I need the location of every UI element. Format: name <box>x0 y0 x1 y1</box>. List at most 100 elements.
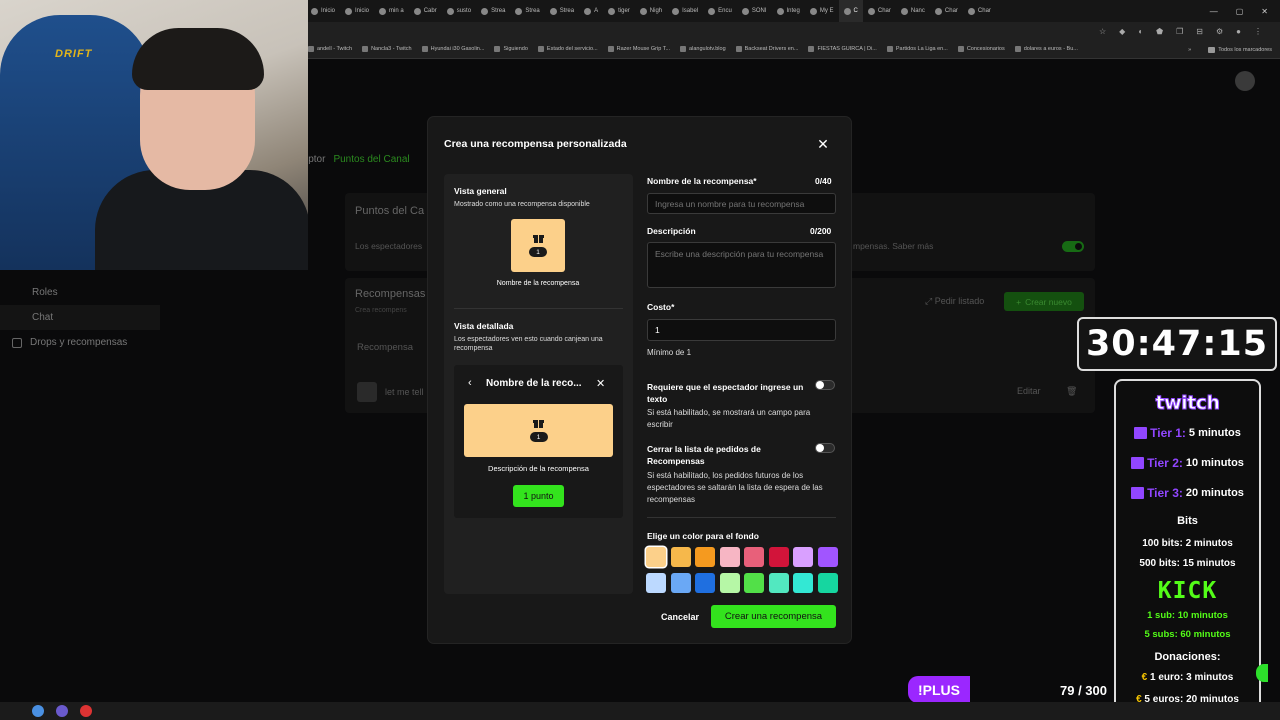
tab-prev[interactable]: iptor <box>306 154 325 165</box>
tab-label: Integ <box>786 8 800 14</box>
browser-tab[interactable]: Cabr <box>409 0 442 22</box>
color-swatch[interactable] <box>719 547 740 567</box>
color-swatch[interactable] <box>817 547 838 567</box>
skip-queue-help: Si está habilitado, los pedidos futuros … <box>647 471 823 504</box>
browser-tab[interactable]: min a <box>374 0 409 22</box>
donation-name: 1 euro: <box>1149 672 1184 683</box>
app-icon[interactable] <box>56 705 68 717</box>
browser-tab[interactable]: SONI <box>737 0 772 22</box>
bookmark[interactable]: FIESTAS GUIRCA | Di... <box>808 46 877 52</box>
sidebar-item-drops[interactable]: Drops y recompensas <box>0 330 160 355</box>
request-list-button[interactable]: ⤢ Pedir listado <box>925 296 984 307</box>
color-swatch[interactable] <box>719 573 740 593</box>
extension-icon[interactable]: ⬟ <box>1156 27 1163 36</box>
bookmark-icon <box>607 46 614 52</box>
settings-icon[interactable]: ⚙ <box>1216 27 1223 36</box>
bookmark[interactable]: Razer Mouse Grip T... <box>607 46 670 52</box>
chrome-icon[interactable] <box>32 705 44 717</box>
bookmark[interactable]: Backseat Drivers en... <box>735 46 798 52</box>
sidebar-item-roles[interactable]: Roles <box>0 280 160 305</box>
sidebar-item-chat[interactable]: Chat <box>0 305 160 330</box>
bookmark[interactable]: andell - Twitch <box>308 46 352 52</box>
tier-row: Tier 1: 5 minutos <box>1116 426 1259 440</box>
browser-tab[interactable]: tiger <box>603 0 635 22</box>
extension-icon[interactable]: ◆ <box>1119 27 1125 36</box>
color-swatch[interactable] <box>670 573 691 593</box>
all-bookmarks[interactable]: » Todos los marcadores <box>1188 40 1272 59</box>
require-text-toggle[interactable] <box>815 380 835 390</box>
maximize-icon[interactable]: ▢ <box>1236 7 1244 16</box>
bookmark[interactable]: Hyundai i30 Gasolin... <box>421 46 484 52</box>
browser-tab[interactable]: C <box>838 0 863 22</box>
bookmark-label: alangulotv.blog <box>689 46 726 52</box>
edit-button[interactable]: Editar <box>1017 386 1041 396</box>
color-swatch[interactable] <box>695 547 715 567</box>
browser-tab[interactable]: Encu <box>703 0 737 22</box>
app-icon[interactable] <box>80 705 92 717</box>
browser-tab[interactable]: Integ <box>772 0 805 22</box>
browser-tab[interactable]: Inicio <box>306 0 340 22</box>
browser-tab[interactable]: My E <box>805 0 839 22</box>
browser-tab[interactable]: Inicio <box>340 0 374 22</box>
cancel-button[interactable]: Cancelar <box>655 607 705 627</box>
browser-tab[interactable]: Char <box>863 0 896 22</box>
trash-icon[interactable]: 🗑 <box>1066 386 1077 397</box>
minimize-icon[interactable]: — <box>1210 7 1218 16</box>
create-reward-button[interactable]: Crear una recompensa <box>711 605 836 628</box>
redeem-points-button: 1 punto <box>513 485 564 507</box>
browser-tab[interactable]: Strea <box>510 0 544 22</box>
card-description-more[interactable]: mpensas. Saber más <box>853 241 933 251</box>
close-icon[interactable]: ✕ <box>813 134 833 154</box>
browser-tab[interactable]: Char <box>930 0 963 22</box>
menu-icon[interactable]: ⋮ <box>1254 27 1262 36</box>
browser-tab[interactable]: Nigh <box>635 0 667 22</box>
browser-tab[interactable]: Strea <box>545 0 579 22</box>
more-bookmarks-icon[interactable]: » <box>1188 47 1191 53</box>
bookmark[interactable]: Estado del servicio... <box>537 46 598 52</box>
cost-help: Mínimo de 1 <box>647 348 692 357</box>
close-window-icon[interactable]: ✕ <box>1261 7 1268 16</box>
card-title: Recompensas <box>355 288 426 300</box>
enable-points-toggle[interactable] <box>1062 241 1084 252</box>
color-swatch[interactable] <box>646 573 666 593</box>
bookmark[interactable]: alangulotv.blog <box>680 46 726 52</box>
color-swatch[interactable] <box>744 547 764 567</box>
avatar[interactable] <box>1235 71 1255 91</box>
browser-tab[interactable]: Char <box>963 0 996 22</box>
create-new-button[interactable]: + Crear nuevo <box>1004 292 1084 311</box>
extension-icon[interactable]: ◐ <box>1138 27 1143 36</box>
browser-tab[interactable]: A <box>579 0 603 22</box>
bookmark[interactable]: Concesionarios <box>957 46 1005 52</box>
favicon-icon <box>608 7 616 15</box>
skip-queue-toggle[interactable] <box>815 443 835 453</box>
color-swatch[interactable] <box>646 547 666 567</box>
bookmark[interactable]: Siguiendo <box>494 46 528 52</box>
reward-name-input[interactable] <box>647 193 836 214</box>
color-swatch[interactable] <box>670 547 691 567</box>
color-swatch[interactable] <box>817 573 838 593</box>
color-swatch[interactable] <box>793 573 813 593</box>
bookmark[interactable]: Partidos La Liga en... <box>886 46 948 52</box>
star-icon[interactable]: ☆ <box>1099 27 1106 36</box>
copy-icon[interactable]: ❐ <box>1176 27 1183 36</box>
general-view-title: Vista general <box>454 186 507 196</box>
tab-puntos-del-canal[interactable]: Puntos del Canal <box>333 154 409 165</box>
description-textarea[interactable] <box>647 242 836 288</box>
cost-input[interactable] <box>647 319 836 341</box>
browser-tab[interactable]: Nanc <box>896 0 930 22</box>
profile-icon[interactable]: ● <box>1236 27 1241 36</box>
color-swatch[interactable] <box>768 547 789 567</box>
bookmark[interactable]: dolares a euros - Bu... <box>1014 46 1078 52</box>
bookmark[interactable]: Nancla3 - Twitch <box>362 46 412 52</box>
color-swatch[interactable] <box>793 547 813 567</box>
bits-row: 100 bits: 2 minutos <box>1116 538 1259 549</box>
browser-tab[interactable]: susto <box>442 0 476 22</box>
cast-icon[interactable]: ⊟ <box>1196 27 1203 36</box>
browser-tab[interactable]: Isabel <box>667 0 703 22</box>
kick-value: 10 minutos <box>1177 610 1228 621</box>
browser-tab[interactable]: Strea <box>476 0 510 22</box>
color-swatch[interactable] <box>768 573 789 593</box>
color-swatch[interactable] <box>695 573 715 593</box>
color-swatch[interactable] <box>744 573 764 593</box>
general-view-subtitle: Mostrado como una recompensa disponible <box>454 201 590 208</box>
